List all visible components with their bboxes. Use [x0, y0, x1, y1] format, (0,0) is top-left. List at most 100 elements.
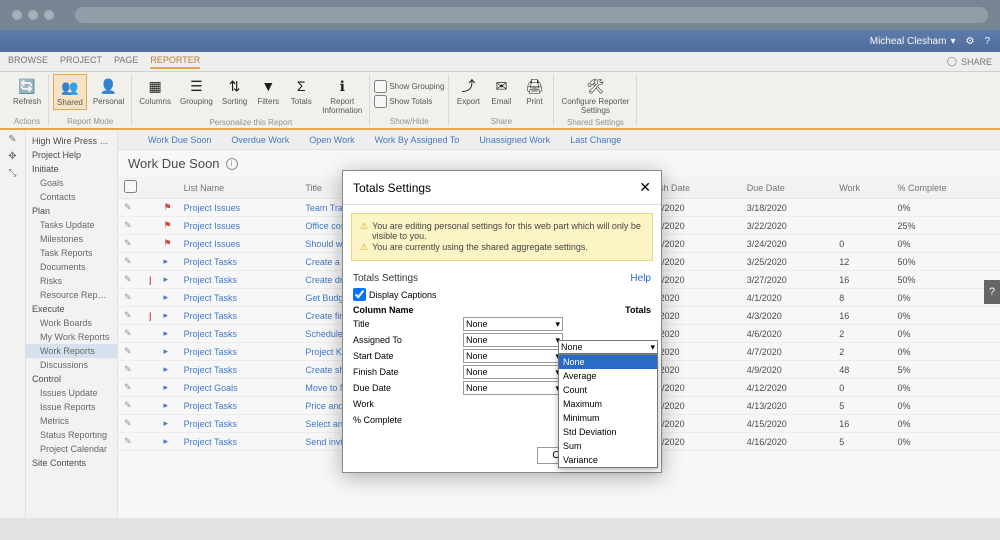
list-link[interactable]: Project Tasks	[178, 415, 300, 433]
dropdown-option[interactable]: Variance	[559, 453, 657, 467]
totals-select[interactable]: None▾	[463, 333, 563, 347]
sidebar-item[interactable]: Initiate	[26, 162, 117, 176]
export-button[interactable]: ⤴Export	[453, 74, 483, 108]
list-link[interactable]: Project Issues	[178, 217, 300, 235]
tab-project[interactable]: PROJECT	[60, 55, 102, 69]
help-tab[interactable]: ?	[984, 280, 1000, 304]
list-link[interactable]: Project Tasks	[178, 253, 300, 271]
list-link[interactable]: Project Tasks	[178, 289, 300, 307]
refresh-button[interactable]: 🔄Refresh	[10, 74, 44, 108]
edit-icon[interactable]: ✎	[124, 202, 132, 212]
sidebar-item[interactable]: Status Reporting	[26, 428, 117, 442]
sidebar-item[interactable]: Plan	[26, 204, 117, 218]
totals-button[interactable]: ΣTotals	[286, 74, 316, 108]
collapse-icon[interactable]: ⤡	[9, 168, 17, 179]
sidebar-item[interactable]: Metrics	[26, 414, 117, 428]
help-link[interactable]: Help	[630, 273, 651, 284]
sidebar-item[interactable]: High Wire Press Release	[26, 134, 117, 148]
sidebar-item[interactable]: My Work Reports	[26, 330, 117, 344]
edit-icon[interactable]: ✎	[124, 346, 132, 356]
view-tab[interactable]: Open Work	[309, 135, 354, 145]
sidebar-item[interactable]: Tasks Update	[26, 218, 117, 232]
sidebar-item[interactable]: Site Contents	[26, 456, 117, 470]
edit-icon[interactable]: ✎	[124, 400, 132, 410]
sidebar-item[interactable]: Work Reports	[26, 344, 117, 358]
list-link[interactable]: Project Tasks	[178, 397, 300, 415]
dropdown-option[interactable]: None	[559, 355, 657, 369]
dropdown-option[interactable]: Std Deviation	[559, 425, 657, 439]
sidebar-item[interactable]: Risks	[26, 274, 117, 288]
view-tab[interactable]: Unassigned Work	[479, 135, 550, 145]
list-link[interactable]: Project Tasks	[178, 361, 300, 379]
tab-reporter[interactable]: REPORTER	[150, 55, 200, 69]
work-totals-dropdown[interactable]: NoneAverageCountMaximumMinimumStd Deviat…	[558, 354, 658, 468]
personal-mode-button[interactable]: 👤Personal	[90, 74, 128, 108]
configure-button[interactable]: 🛠Configure Reporter Settings	[558, 74, 632, 117]
edit-icon[interactable]: ✎	[124, 382, 132, 392]
sidebar-item[interactable]: Task Reports	[26, 246, 117, 260]
view-tab[interactable]: Work By Assigned To	[375, 135, 460, 145]
tab-browse[interactable]: BROWSE	[8, 55, 48, 69]
edit-icon[interactable]: ✎	[124, 364, 132, 374]
print-button[interactable]: 🖨Print	[519, 74, 549, 108]
totals-select[interactable]: None▾	[463, 381, 563, 395]
show-totals-check[interactable]: Show Totals	[374, 95, 444, 108]
list-link[interactable]: Project Tasks	[178, 433, 300, 451]
list-link[interactable]: Project Tasks	[178, 307, 300, 325]
totals-select[interactable]: None▾	[463, 317, 563, 331]
help-icon[interactable]: ?	[984, 36, 990, 47]
display-captions-check[interactable]: Display Captions	[353, 288, 651, 301]
edit-icon[interactable]: ✎	[8, 134, 16, 145]
sidebar-item[interactable]: Resource Reports	[26, 288, 117, 302]
share-link[interactable]: ◯ SHARE	[947, 56, 992, 67]
close-icon[interactable]: ✕	[639, 179, 651, 196]
move-icon[interactable]: ✥	[8, 151, 16, 162]
shared-mode-button[interactable]: 👥Shared	[53, 74, 87, 110]
sidebar-item[interactable]: Control	[26, 372, 117, 386]
email-button[interactable]: ✉Email	[486, 74, 516, 108]
sidebar-item[interactable]: Discussions	[26, 358, 117, 372]
edit-icon[interactable]: ✎	[124, 220, 132, 230]
edit-icon[interactable]: ✎	[124, 238, 132, 248]
dropdown-option[interactable]: Sum	[559, 439, 657, 453]
view-tab[interactable]: Overdue Work	[231, 135, 289, 145]
view-tab[interactable]: Last Change	[570, 135, 621, 145]
gear-icon[interactable]: ⚙	[965, 36, 974, 47]
columns-button[interactable]: ▦Columns	[136, 74, 174, 108]
edit-icon[interactable]: ✎	[124, 418, 132, 428]
totals-select[interactable]: None▾	[463, 349, 563, 363]
sidebar-item[interactable]: Execute	[26, 302, 117, 316]
view-tab[interactable]: Work Due Soon	[148, 135, 211, 145]
work-totals-select[interactable]: None▾	[558, 340, 658, 354]
edit-icon[interactable]: ✎	[124, 310, 132, 320]
sidebar-item[interactable]: Documents	[26, 260, 117, 274]
sidebar-item[interactable]: Project Help	[26, 148, 117, 162]
list-link[interactable]: Project Tasks	[178, 343, 300, 361]
dropdown-option[interactable]: Maximum	[559, 397, 657, 411]
list-link[interactable]: Project Issues	[178, 199, 300, 217]
list-link[interactable]: Project Issues	[178, 235, 300, 253]
edit-icon[interactable]: ✎	[124, 256, 132, 266]
dropdown-option[interactable]: Count	[559, 383, 657, 397]
edit-icon[interactable]: ✎	[124, 292, 132, 302]
sidebar-item[interactable]: Issue Reports	[26, 400, 117, 414]
tab-page[interactable]: PAGE	[114, 55, 138, 69]
list-link[interactable]: Project Goals	[178, 379, 300, 397]
select-all-check[interactable]	[124, 180, 137, 193]
sidebar-item[interactable]: Issues Update	[26, 386, 117, 400]
sidebar-item[interactable]: Milestones	[26, 232, 117, 246]
list-link[interactable]: Project Tasks	[178, 325, 300, 343]
grouping-button[interactable]: ☰Grouping	[177, 74, 216, 108]
url-bar[interactable]	[75, 7, 988, 23]
edit-icon[interactable]: ✎	[124, 328, 132, 338]
show-grouping-check[interactable]: Show Grouping	[374, 80, 444, 93]
sorting-button[interactable]: ⇅Sorting	[219, 74, 250, 108]
sidebar-item[interactable]: Goals	[26, 176, 117, 190]
dropdown-option[interactable]: Minimum	[559, 411, 657, 425]
totals-select[interactable]: None▾	[463, 365, 563, 379]
info-icon[interactable]: i	[226, 158, 238, 170]
list-link[interactable]: Project Tasks	[178, 271, 300, 289]
user-menu[interactable]: Micheal Clesham ▾	[870, 36, 956, 47]
edit-icon[interactable]: ✎	[124, 436, 132, 446]
filters-button[interactable]: ▼Filters	[253, 74, 283, 108]
